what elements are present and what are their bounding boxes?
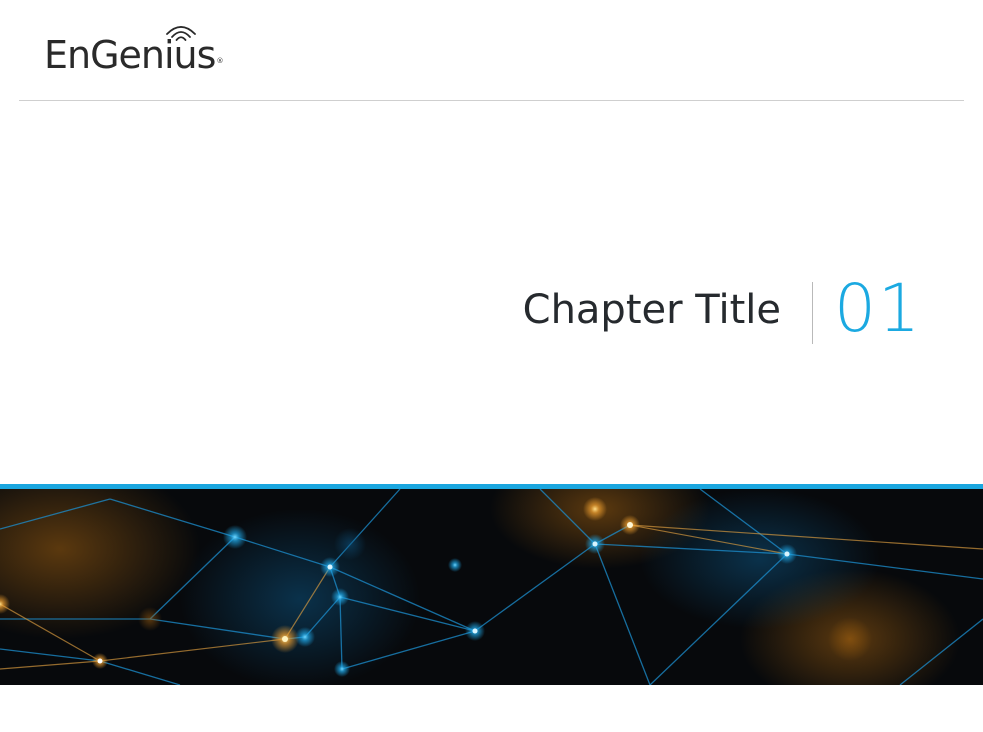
- engenius-logo: EnGenius®: [44, 22, 244, 82]
- brand-wordmark: EnGenius: [44, 33, 216, 77]
- header-divider: [19, 100, 964, 101]
- chapter-title: Chapter Title: [522, 287, 781, 333]
- chapter-cover-page: EnGenius® Chapter Title 01: [0, 0, 983, 732]
- network-graphic: [0, 489, 983, 685]
- chapter-number: 01: [834, 270, 922, 347]
- chapter-divider: [812, 282, 813, 344]
- registered-mark: ®: [216, 57, 223, 65]
- network-banner-image: [0, 489, 983, 685]
- brand-name: EnGenius®: [44, 33, 223, 77]
